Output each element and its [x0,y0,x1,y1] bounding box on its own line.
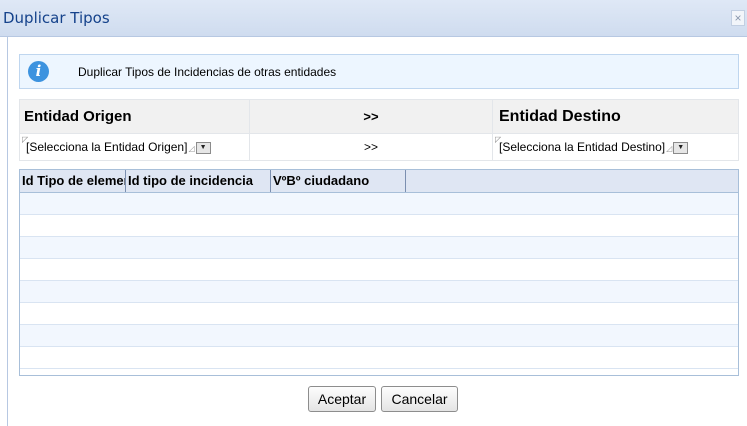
table-row[interactable] [20,193,738,215]
table-row[interactable] [20,325,738,347]
accept-button[interactable]: Aceptar [308,386,376,412]
origin-header: Entidad Origen [19,99,250,134]
chevron-down-icon[interactable]: ▼ [673,141,689,154]
duplicar-tipos-dialog: Duplicar Tipos × i Duplicar Tipos de Inc… [0,0,747,426]
table-row[interactable] [20,347,738,369]
transfer-button[interactable]: >> [249,133,493,161]
destination-header: Entidad Destino [492,99,739,134]
resize-grip-icon: ◿ [188,144,195,153]
origin-entity-value: [Selecciona la Entidad Origen] [26,140,188,154]
entity-selector-header: Entidad Origen >> Entidad Destino [19,99,739,134]
dialog-title: Duplicar Tipos [3,9,110,27]
dialog-left-border [7,36,8,426]
column-header-id-tipo-incidencia[interactable]: Id tipo de incidencia [126,170,271,192]
entity-selector-table: Entidad Origen >> Entidad Destino ◸ [Sele… [19,99,739,161]
close-icon[interactable]: × [731,10,745,26]
destination-cell: ◸ [Selecciona la Entidad Destino]◿ ▼ [492,133,739,161]
table-row[interactable] [20,259,738,281]
info-text: Duplicar Tipos de Incidencias de otras e… [78,65,337,79]
destination-entity-value: [Selecciona la Entidad Destino] [499,140,666,154]
cancel-button[interactable]: Cancelar [381,386,458,412]
table-row[interactable] [20,215,738,237]
table-row[interactable] [20,281,738,303]
origin-entity-combo[interactable]: ◸ [Selecciona la Entidad Origen]◿ ▼ [20,135,211,154]
chevron-down-icon[interactable]: ▼ [195,141,211,154]
combo-corner-icon: ◸ [495,135,502,144]
types-grid: Id Tipo de elemento Id tipo de incidenci… [19,169,739,376]
column-header-id-tipo-elemento[interactable]: Id Tipo de elemento [20,170,126,192]
info-banner: i Duplicar Tipos de Incidencias de otras… [19,54,739,89]
destination-entity-combo[interactable]: ◸ [Selecciona la Entidad Destino]◿ ▼ [493,135,689,154]
grid-header: Id Tipo de elemento Id tipo de incidenci… [20,170,738,193]
table-row[interactable] [20,303,738,325]
origin-cell: ◸ [Selecciona la Entidad Origen]◿ ▼ [19,133,250,161]
column-header-vobo-ciudadano[interactable]: VºBº ciudadano [271,170,406,192]
transfer-header: >> [249,99,493,134]
entity-selector-row: ◸ [Selecciona la Entidad Origen]◿ ▼ >> ◸ [S… [19,133,739,161]
info-icon: i [28,61,49,82]
resize-grip-icon: ◿ [666,144,673,153]
dialog-titlebar[interactable]: Duplicar Tipos × [0,0,747,37]
combo-corner-icon: ◸ [22,135,29,144]
table-row[interactable] [20,237,738,259]
grid-body [20,193,738,369]
